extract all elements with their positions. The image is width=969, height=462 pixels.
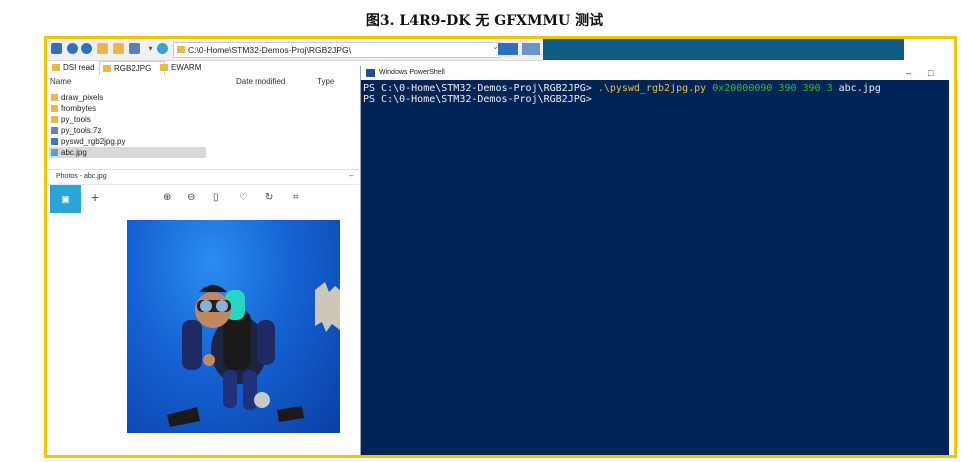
archive-icon: [51, 127, 58, 134]
column-headers: Name Date modified Type: [47, 77, 367, 89]
folder-icon: [103, 65, 111, 72]
column-name[interactable]: Name: [50, 77, 71, 86]
powershell-titlebar: Windows PowerShell – □: [361, 66, 950, 80]
list-item[interactable]: draw_pixels: [49, 92, 209, 103]
file-name: abc.jpg: [61, 148, 87, 157]
console-file-arg: abc.jpg: [832, 83, 881, 94]
console-line-1: PS C:\0-Home\STM32-Demos-Proj\RGB2JPG> .…: [363, 83, 881, 94]
tab-rgb2jpg[interactable]: RGB2JPG: [99, 61, 165, 75]
address-bar[interactable]: C:\0-Home\STM32-Demos-Proj\RGB2JPG\: [173, 42, 501, 58]
powershell-title: Windows PowerShell: [379, 69, 445, 76]
screenshot-frame: ▾ C:\0-Home\STM32-Demos-Proj\RGB2JPG\ ⌄ …: [44, 36, 957, 458]
layout-button[interactable]: [522, 43, 540, 55]
folder-icon[interactable]: [113, 43, 124, 54]
image-file-icon: [51, 149, 58, 156]
file-name: pyswd_rgb2jpg.py: [61, 137, 126, 146]
console-output[interactable]: PS C:\0-Home\STM32-Demos-Proj\RGB2JPG> .…: [363, 83, 881, 105]
maximize-button[interactable]: □: [928, 66, 933, 80]
folder-icon: [51, 94, 58, 101]
refresh-icon[interactable]: [157, 43, 168, 54]
list-item[interactable]: py_tools.7z: [49, 125, 209, 136]
folder-icon: [52, 64, 60, 71]
heart-icon[interactable]: ♡: [239, 192, 248, 203]
diver-photo: [127, 220, 340, 433]
view-mode-button[interactable]: [498, 43, 518, 55]
python-file-icon: [51, 138, 58, 145]
file-name: py_tools: [61, 115, 91, 124]
rotate-icon[interactable]: ↻: [265, 192, 273, 203]
folder-icon: [51, 105, 58, 112]
add-icon[interactable]: +: [91, 189, 99, 205]
forward-icon[interactable]: [81, 43, 92, 54]
window-icon[interactable]: [51, 43, 62, 54]
tab-label: EWARM: [171, 63, 202, 72]
list-item[interactable]: frombytes: [49, 103, 209, 114]
console-line-2: PS C:\0-Home\STM32-Demos-Proj\RGB2JPG>: [363, 94, 592, 105]
console-prompt: PS C:\0-Home\STM32-Demos-Proj\RGB2JPG>: [363, 83, 598, 94]
diver-illustration: [167, 282, 340, 427]
minimize-button[interactable]: –: [906, 66, 911, 80]
powershell-icon: [366, 69, 375, 77]
file-name: py_tools.7z: [61, 126, 102, 135]
folder-icon: [51, 116, 58, 123]
file-name: frombytes: [61, 104, 97, 113]
list-item[interactable]: py_tools: [49, 114, 209, 125]
minimize-button[interactable]: –: [349, 171, 353, 180]
column-date-modified[interactable]: Date modified: [236, 77, 285, 86]
tab-label: RGB2JPG: [114, 64, 152, 73]
photos-window: Photos - abc.jpg – ▣ + ⊕ ⊖ ▯ ♡ ↻ ⌗: [47, 169, 359, 455]
coral-shape: [315, 282, 340, 332]
window-titlebar-strip: [543, 39, 904, 60]
crop-icon[interactable]: ⌗: [293, 192, 299, 203]
file-list: draw_pixels frombytes py_tools py_tools.…: [49, 92, 209, 158]
zoom-out-icon[interactable]: ⊖: [187, 192, 195, 203]
folder-icon: [177, 46, 185, 53]
list-item[interactable]: pyswd_rgb2jpg.py: [49, 136, 209, 147]
console-command: .\pyswd_rgb2jpg.py: [597, 83, 707, 94]
up-icon[interactable]: [97, 43, 108, 54]
back-icon[interactable]: [67, 43, 78, 54]
gallery-icon[interactable]: ▣: [50, 185, 81, 213]
view-icon[interactable]: [129, 43, 140, 54]
tab-ewarm[interactable]: EWARM: [157, 61, 221, 74]
column-type[interactable]: Type: [317, 77, 334, 86]
folder-icon: [160, 64, 168, 71]
explorer-toolbar: ▾ C:\0-Home\STM32-Demos-Proj\RGB2JPG\ ⌄: [47, 39, 543, 61]
file-name: draw_pixels: [61, 93, 104, 102]
powershell-window: Windows PowerShell – □ PS C:\0-Home\STM3…: [360, 66, 950, 455]
address-text: C:\0-Home\STM32-Demos-Proj\RGB2JPG\: [188, 45, 351, 55]
diver-shape: [167, 285, 304, 427]
console-numeric-args: 0x20000090 390 390 3: [706, 83, 833, 94]
window-edge: [949, 39, 954, 455]
photos-toolbar: ▣ + ⊕ ⊖ ▯ ♡ ↻ ⌗: [47, 184, 359, 213]
photos-title: Photos - abc.jpg: [56, 173, 107, 180]
figure-title: 图3. L4R9-DK 无 GFXMMU 测试: [365, 13, 604, 29]
chevron-down-icon[interactable]: ▾: [145, 43, 156, 54]
tab-label: DSI read: [63, 63, 95, 72]
delete-icon[interactable]: ▯: [213, 192, 219, 203]
zoom-in-icon[interactable]: ⊕: [163, 192, 171, 203]
list-item-selected[interactable]: abc.jpg: [49, 147, 206, 158]
